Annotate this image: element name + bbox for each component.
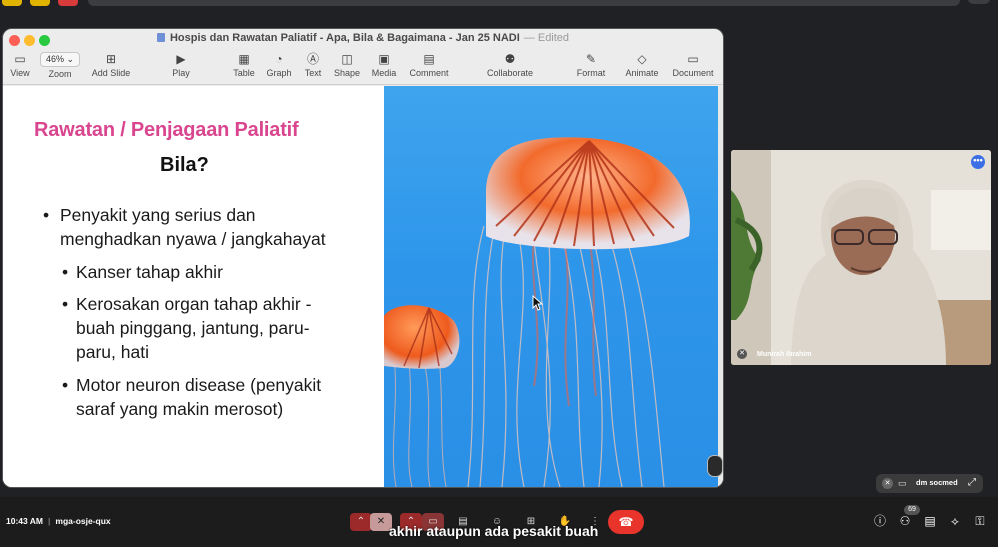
format-label: Format (576, 68, 606, 78)
format-brush-icon: ✎ (585, 52, 597, 66)
tab-icon-yellow-2[interactable] (30, 0, 50, 6)
play-label: Play (172, 68, 190, 78)
separator: | (48, 516, 51, 526)
table-label: Table (233, 68, 255, 78)
bullet-dot: • (43, 205, 50, 225)
jellyfish-illustration (384, 137, 690, 487)
graph-label: Graph (266, 68, 292, 78)
self-view-label: dm socmed (916, 478, 958, 487)
live-caption: akhir ataupun ada pesakit buah (389, 523, 599, 539)
slide-canvas[interactable]: Rawatan / Penjagaan Paliatif Bila? • Peny… (3, 86, 723, 487)
bullet-main-text: Penyakit yang serius dan menghadkan nyaw… (60, 205, 326, 249)
bullet-sub-3-text: Motor neuron disease (penyakit saraf yan… (76, 375, 322, 419)
participant-video[interactable] (731, 150, 991, 365)
host-controls-icon[interactable]: ⚿ (972, 513, 988, 529)
play-button[interactable]: ▶ Play (167, 50, 195, 79)
animate-icon: ◇ (637, 52, 647, 66)
text-label: Text (304, 68, 322, 78)
play-icon: ▶ (176, 52, 186, 66)
bullet-dot: • (62, 294, 69, 314)
text-button[interactable]: Ⓐ Text (300, 50, 326, 79)
zoom-label: Zoom (48, 69, 72, 79)
browser-top-strip (0, 0, 998, 8)
document-icon (156, 33, 165, 42)
document-label: Document (672, 68, 714, 78)
slide-subtitle[interactable]: Bila? (160, 154, 209, 177)
toolbar: ▭ View 46% ⌄ Zoom ⊞ Add Slide ▶ Play ▦ T… (3, 49, 723, 85)
document-panel-icon: ▭ (687, 52, 699, 66)
media-button[interactable]: ▣ Media (368, 50, 400, 79)
slide-text-area: Rawatan / Penjagaan Paliatif Bila? • Peny… (3, 86, 384, 487)
profile-icon[interactable] (968, 0, 990, 4)
tab-icon-yellow[interactable] (2, 0, 22, 6)
table-button[interactable]: ▦ Table (230, 50, 258, 79)
mic-off-icon: ✕ (882, 478, 893, 489)
zoom-control[interactable]: 46% ⌄ Zoom (39, 50, 81, 80)
shape-button[interactable]: ◫ Shape (331, 50, 363, 79)
view-label: View (10, 68, 30, 78)
graph-icon: ◔ (275, 52, 283, 66)
meeting-details-icon[interactable]: ⓘ (872, 513, 888, 529)
tab-icon-red[interactable] (58, 0, 78, 6)
participant-name: Munirah Ibrahim (757, 351, 812, 358)
mouse-pointer-icon (532, 294, 544, 316)
title-bar: Hospis dan Rawatan Paliatif - Apa, Bila … (3, 29, 723, 49)
bullet-dot: • (62, 375, 69, 395)
self-view-pill[interactable]: ✕ ▭ dm socmed ⤢ (876, 474, 983, 493)
add-slide-label: Add Slide (91, 68, 131, 78)
animate-button[interactable]: ◇ Animate (622, 50, 662, 79)
expand-icon[interactable]: ⤢ (968, 477, 976, 488)
clock-time: 10:43 AM (6, 516, 44, 526)
animate-label: Animate (625, 68, 659, 78)
shape-label: Shape (333, 68, 361, 78)
participant-video-feed (731, 150, 991, 365)
bullet-sub-3[interactable]: • Motor neuron disease (penyakit saraf ya… (62, 373, 356, 421)
slide-title[interactable]: Rawatan / Penjagaan Paliatif (34, 119, 299, 142)
video-options-icon[interactable]: ••• (971, 155, 985, 169)
collaborate-button[interactable]: ⚉ Collaborate (482, 50, 538, 79)
participants-count-badge: 69 (904, 505, 920, 515)
bullet-sub-2[interactable]: • Kerosakan organ tahap akhir - buah ping… (62, 292, 348, 364)
address-bar[interactable] (88, 0, 960, 6)
document-name: Hospis dan Rawatan Paliatif - Apa, Bila … (169, 32, 520, 44)
meeting-code: mga-osje-qux (55, 516, 111, 526)
add-slide-icon: ⊞ (105, 52, 117, 66)
chat-icon[interactable]: ▤ (922, 513, 938, 529)
meeting-info: 10:43 AM | mga-osje-qux (6, 516, 111, 526)
edited-status: — Edited (523, 32, 570, 44)
bullet-dot: • (62, 262, 69, 282)
document-button[interactable]: ▭ Document (669, 50, 717, 79)
jellyfish-photo[interactable] (384, 86, 718, 487)
people-icon[interactable]: ⚇ (897, 513, 913, 529)
view-button[interactable]: ▭ View (6, 50, 34, 79)
bullet-main[interactable]: • Penyakit yang serius dan menghadkan nya… (43, 203, 360, 251)
shape-icon: ◫ (341, 52, 353, 66)
comment-icon: ▤ (423, 52, 435, 66)
bullet-sub-2-text: Kerosakan organ tahap akhir - buah pingg… (76, 294, 312, 362)
media-label: Media (371, 68, 397, 78)
collaborate-icon: ⚉ (504, 52, 516, 66)
slide-right-edge (718, 86, 723, 487)
table-icon: ▦ (238, 52, 250, 66)
collaborate-label: Collaborate (486, 68, 534, 78)
mic-options-chevron[interactable]: ⌃ (350, 513, 372, 531)
mic-muted-icon: ✕ (737, 349, 747, 359)
activities-icon[interactable]: ⟡ (947, 513, 963, 529)
add-slide-button[interactable]: ⊞ Add Slide (89, 50, 133, 79)
bullet-sub-1-text: Kanser tahap akhir (76, 262, 223, 282)
window-title: Hospis dan Rawatan Paliatif - Apa, Bila … (3, 32, 723, 44)
text-icon: Ⓐ (306, 52, 319, 66)
camera-off-icon: ▭ (898, 478, 907, 488)
leave-call-button[interactable]: ☎ (608, 510, 644, 534)
format-button[interactable]: ✎ Format (574, 50, 608, 79)
zoom-select[interactable]: 46% ⌄ (40, 52, 80, 67)
bullet-sub-1[interactable]: • Kanser tahap akhir (62, 260, 356, 284)
sidebar-icon: ▭ (14, 52, 26, 66)
keynote-window: Hospis dan Rawatan Paliatif - Apa, Bila … (3, 29, 723, 487)
panel-toggle-button[interactable] (707, 455, 723, 477)
comment-label: Comment (409, 68, 449, 78)
graph-button[interactable]: ◔ Graph (264, 50, 294, 79)
media-icon: ▣ (378, 52, 390, 66)
comment-button[interactable]: ▤ Comment (407, 50, 451, 79)
